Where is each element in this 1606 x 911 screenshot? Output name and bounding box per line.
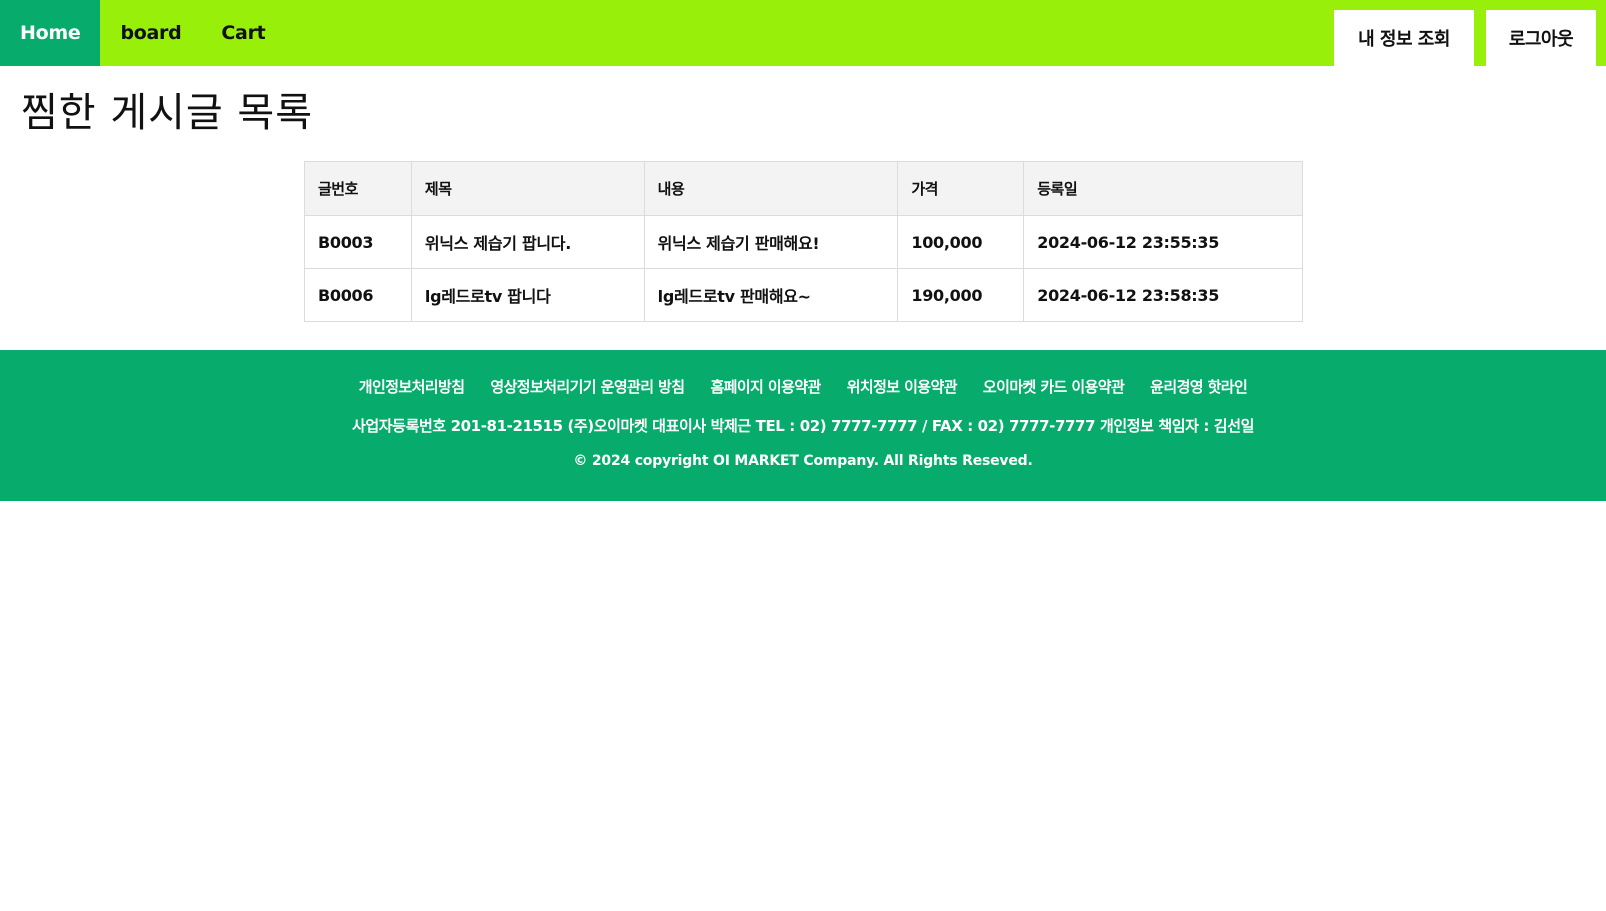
column-header-number: 글번호 — [304, 161, 412, 216]
cell-number: B0006 — [304, 268, 412, 322]
my-info-button[interactable]: 내 정보 조회 — [1334, 10, 1474, 66]
cell-title[interactable]: lg레드로tv 팝니다 — [410, 268, 645, 322]
column-header-content: 내용 — [643, 161, 899, 216]
column-header-title: 제목 — [410, 161, 645, 216]
cell-content: 위닉스 제습기 판매해요! — [643, 215, 899, 269]
footer-link-privacy-policy[interactable]: 개인정보처리방침 — [359, 376, 465, 397]
table-header-row: 글번호 제목 내용 가격 등록일 — [304, 161, 1303, 216]
table-row[interactable]: B0006 lg레드로tv 팝니다 lg레드로tv 판매해요~ 190,000 … — [304, 268, 1303, 322]
footer-link-location-terms[interactable]: 위치정보 이용약관 — [847, 376, 958, 397]
footer: 개인정보처리방침 영상정보처리기기 운영관리 방침 홈페이지 이용약관 위치정보… — [0, 350, 1606, 501]
cell-price: 100,000 — [897, 215, 1025, 269]
nav-item-board[interactable]: board — [100, 0, 201, 66]
logout-button[interactable]: 로그아웃 — [1486, 10, 1596, 66]
nav-menu: Home board Cart — [0, 0, 285, 66]
footer-company-info: 사업자등록번호 201-81-21515 (주)오이마켓 대표이사 박제근 TE… — [351, 417, 1255, 435]
table-row[interactable]: B0003 위닉스 제습기 팝니다. 위닉스 제습기 판매해요! 100,000… — [304, 215, 1303, 269]
nav-item-cart[interactable]: Cart — [201, 0, 285, 66]
nav-item-home[interactable]: Home — [0, 0, 101, 66]
wishlist-table-container: 글번호 제목 내용 가격 등록일 B0003 위닉스 제습기 팝니다. 위닉스 … — [304, 161, 1303, 322]
cell-date: 2024-06-12 23:58:35 — [1023, 268, 1303, 322]
footer-copyright: © 2024 copyright OI MARKET Company. All … — [573, 453, 1033, 469]
cell-date: 2024-06-12 23:55:35 — [1023, 215, 1303, 269]
footer-link-cctv-policy[interactable]: 영상정보처리기기 운영관리 방침 — [490, 376, 685, 397]
footer-link-ethics-hotline[interactable]: 윤리경영 핫라인 — [1150, 376, 1248, 397]
footer-link-card-terms[interactable]: 오이마켓 카드 이용약관 — [983, 376, 1125, 397]
page-title: 찜한 게시글 목록 — [21, 90, 314, 136]
footer-links: 개인정보처리방침 영상정보처리기기 운영관리 방침 홈페이지 이용약관 위치정보… — [0, 376, 1606, 397]
wishlist-table: 글번호 제목 내용 가격 등록일 B0003 위닉스 제습기 팝니다. 위닉스 … — [304, 161, 1303, 322]
cell-price: 190,000 — [897, 268, 1025, 322]
footer-link-terms-of-use[interactable]: 홈페이지 이용약관 — [710, 376, 821, 397]
column-header-date: 등록일 — [1023, 161, 1303, 216]
column-header-price: 가격 — [897, 161, 1025, 216]
cell-number: B0003 — [304, 215, 412, 269]
nav-user-actions: 내 정보 조회 로그아웃 — [1334, 10, 1596, 66]
top-nav-bar: Home board Cart 내 정보 조회 로그아웃 — [0, 0, 1606, 66]
cell-content: lg레드로tv 판매해요~ — [643, 268, 899, 322]
cell-title[interactable]: 위닉스 제습기 팝니다. — [410, 215, 645, 269]
